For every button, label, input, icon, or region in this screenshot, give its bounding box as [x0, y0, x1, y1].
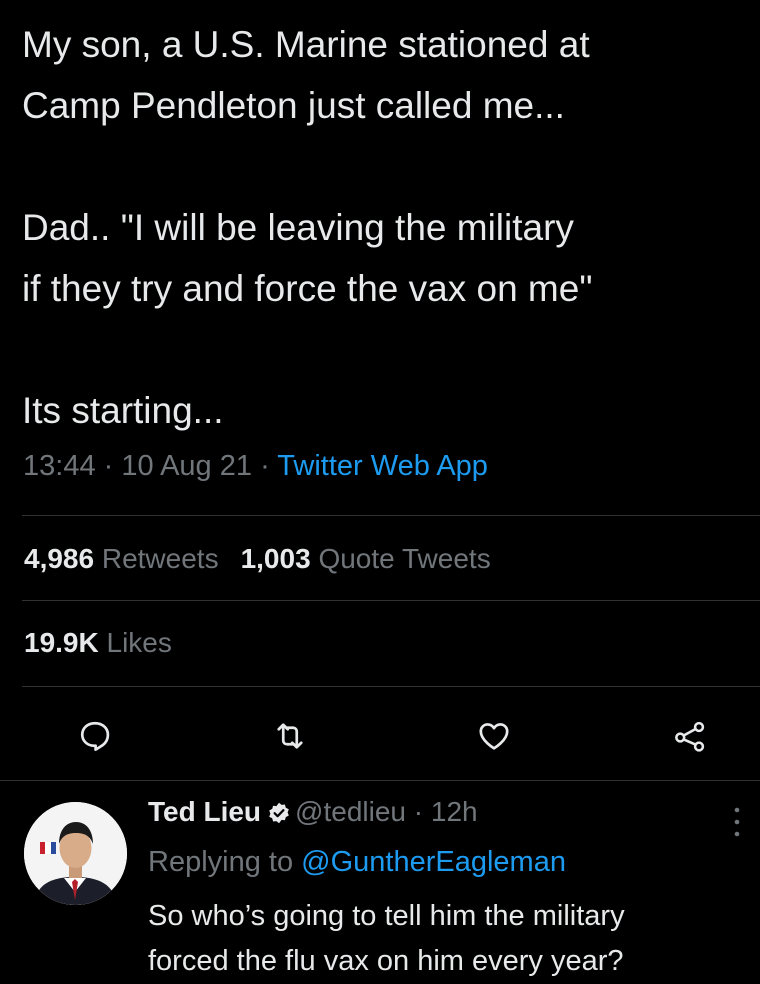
like-icon — [479, 723, 509, 750]
more-options-button[interactable] — [732, 804, 742, 840]
reply-header: Ted Lieu @tedlieu · 12h — [148, 796, 478, 832]
replying-to: Replying to @GuntherEagleman — [148, 846, 566, 879]
reply-age[interactable]: 12h — [431, 796, 478, 827]
divider — [22, 600, 760, 601]
divider — [22, 515, 760, 516]
tweet-text: My son, a U.S. Marine stationed at Camp … — [22, 14, 757, 441]
verified-badge-icon — [267, 800, 291, 832]
tweet-line: Camp Pendleton just called me... — [22, 85, 565, 126]
quote-tweets-link[interactable]: 1,003 Quote Tweets — [241, 543, 491, 574]
quote-tweets-label: Quote Tweets — [318, 543, 491, 574]
like-button[interactable] — [470, 712, 518, 760]
replying-prefix: Replying to — [148, 846, 294, 878]
reply-line: forced the flu vax on him every year? — [148, 945, 624, 977]
likes-label: Likes — [106, 627, 172, 658]
meta-separator: · — [260, 450, 270, 482]
retweets-link[interactable]: 4,986 Retweets — [24, 543, 219, 574]
avatar-photo — [24, 802, 127, 905]
likes-link[interactable]: 19.9K Likes — [24, 627, 172, 658]
meta-separator: · — [413, 796, 424, 827]
tweet-source-link[interactable]: Twitter Web App — [277, 450, 488, 482]
reply-line: So who’s going to tell him the military — [148, 900, 625, 932]
meta-separator: · — [103, 450, 114, 482]
tweet-time[interactable]: 13:44 — [23, 450, 96, 482]
share-button[interactable] — [666, 712, 714, 760]
tweet-actions — [0, 712, 760, 762]
retweet-stats: 4,986 Retweets 1,003 Quote Tweets — [24, 543, 491, 575]
share-icon — [675, 721, 705, 752]
retweet-icon — [277, 723, 303, 749]
tweet-line: My son, a U.S. Marine stationed at — [22, 24, 590, 65]
author-name[interactable]: Ted Lieu — [148, 796, 261, 827]
more-vertical-icon — [734, 807, 740, 837]
tweet-meta: 13:44 · 10 Aug 21 · Twitter Web App — [23, 450, 488, 483]
divider — [22, 686, 760, 687]
reply-icon — [80, 721, 110, 751]
reply-button[interactable] — [71, 712, 119, 760]
reply-tweet[interactable]: Ted Lieu @tedlieu · 12h Replying to @Gunt… — [0, 782, 760, 983]
likes-count: 19.9K — [24, 627, 99, 658]
quote-tweets-count: 1,003 — [240, 543, 311, 574]
retweet-button[interactable] — [266, 712, 314, 760]
retweets-count: 4,986 — [24, 543, 95, 574]
tweet-date[interactable]: 10 Aug 21 — [121, 450, 252, 482]
tweet-line: Its starting... — [22, 390, 224, 431]
avatar[interactable] — [24, 802, 127, 905]
tweet-line: Dad.. "I will be leaving the military — [22, 207, 574, 248]
author-handle[interactable]: @tedlieu — [295, 796, 406, 827]
replying-to-mention[interactable]: @GuntherEagleman — [301, 846, 566, 878]
tweet-line: if they try and force the vax on me" — [22, 268, 593, 309]
likes-stats: 19.9K Likes — [24, 627, 172, 659]
reply-text: So who’s going to tell him the military … — [148, 894, 728, 984]
divider — [0, 780, 760, 781]
retweets-label: Retweets — [101, 543, 219, 574]
